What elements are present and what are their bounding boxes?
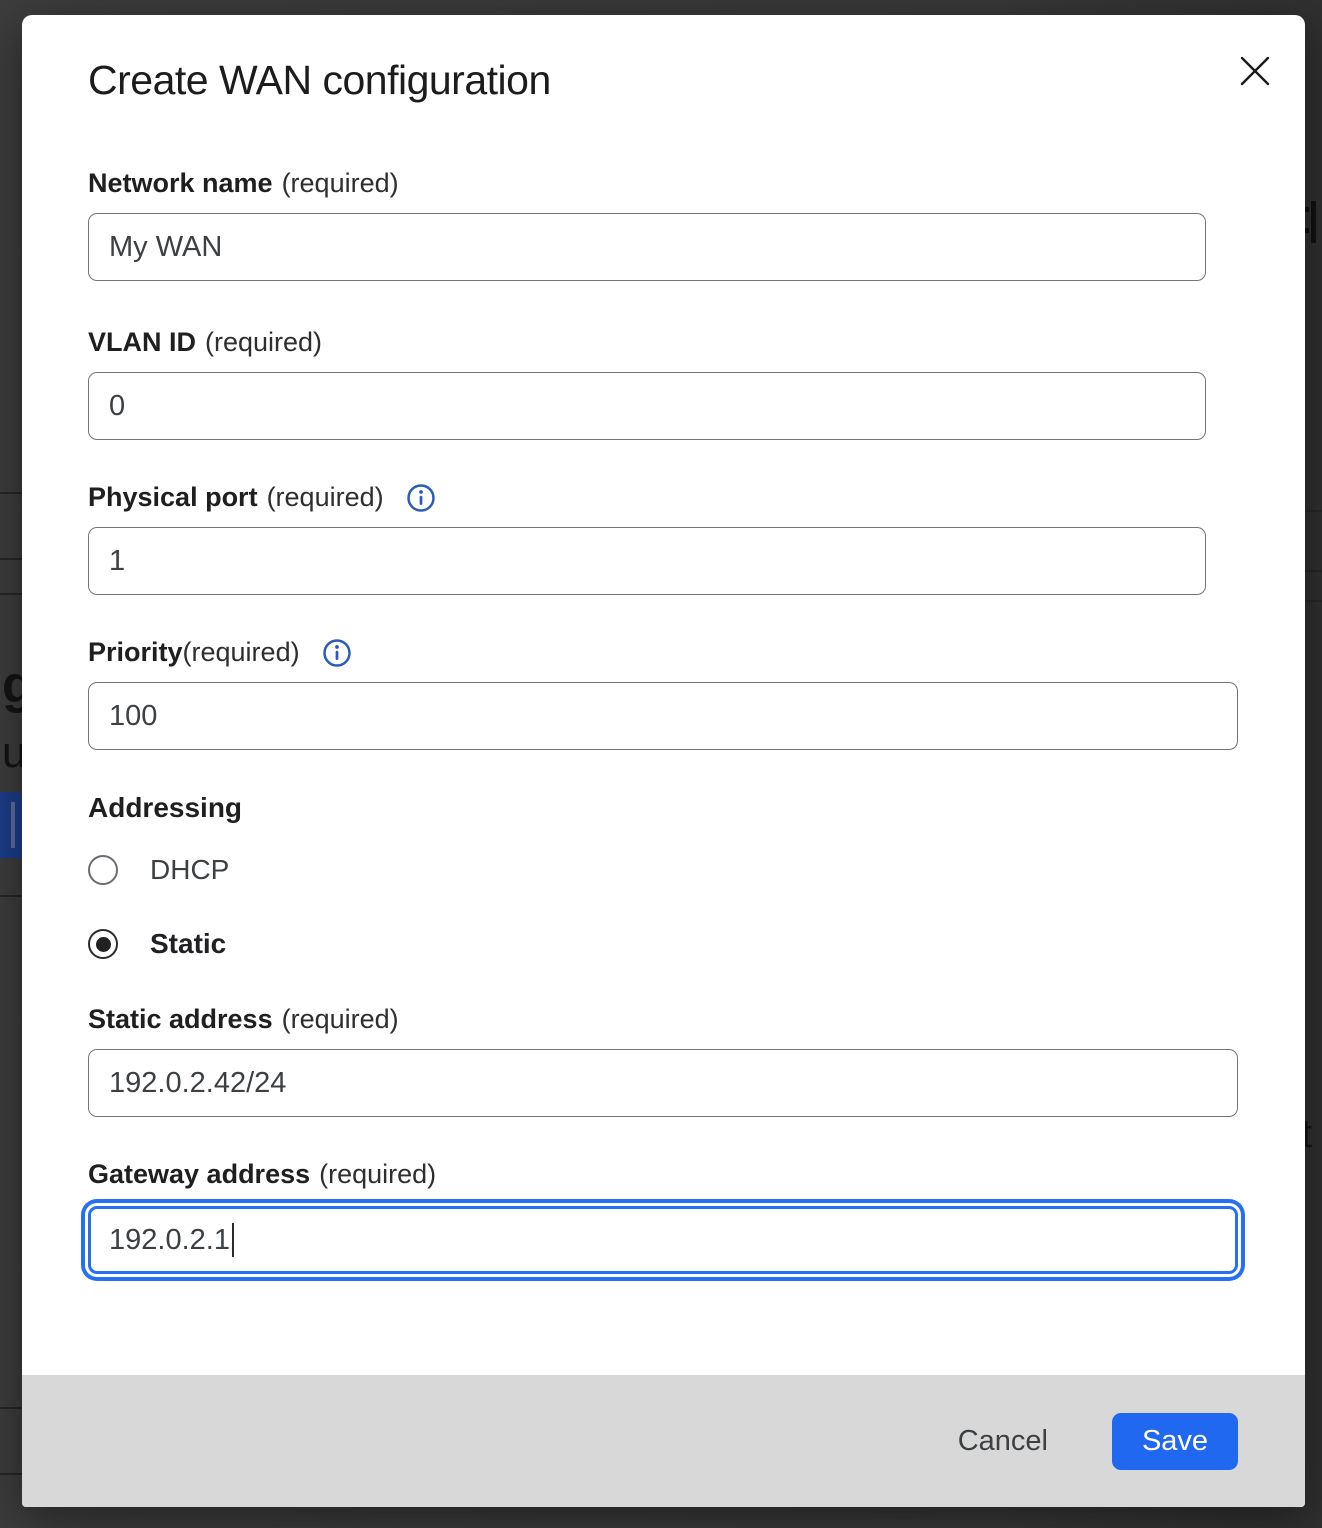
close-button[interactable]: [1235, 51, 1275, 91]
static-radio[interactable]: [88, 929, 118, 959]
static-radio-row[interactable]: Static: [88, 924, 1305, 964]
addressing-heading: Addressing: [88, 792, 1305, 824]
bg-text-fragment: [1305, 207, 1309, 212]
physical-port-input[interactable]: [88, 527, 1206, 595]
network-name-input[interactable]: [88, 213, 1206, 281]
dhcp-radio[interactable]: [88, 855, 118, 885]
text-cursor: [232, 1223, 235, 1257]
bg-divider: [1305, 510, 1322, 512]
dialog-title: Create WAN configuration: [88, 57, 1305, 104]
gateway-address-input[interactable]: 192.0.2.1: [88, 1206, 1238, 1274]
close-icon: [1238, 54, 1272, 88]
bg-divider: [1305, 600, 1322, 602]
dhcp-radio-label: DHCP: [150, 854, 229, 886]
priority-input[interactable]: [88, 682, 1238, 750]
bg-divider: [1305, 570, 1322, 572]
static-address-input[interactable]: [88, 1049, 1238, 1117]
bg-text-fragment: [1311, 201, 1316, 243]
bg-text-fragment: [1305, 228, 1309, 233]
info-icon[interactable]: [322, 638, 352, 668]
create-wan-dialog: Create WAN configuration Network name (r…: [22, 15, 1305, 1507]
bg-divider: [0, 1473, 22, 1475]
bg-divider: [0, 1407, 22, 1409]
screen: g u t Create WAN configuration Network n…: [0, 0, 1322, 1528]
dhcp-radio-row[interactable]: DHCP: [88, 850, 1305, 890]
priority-label: Priority (required): [88, 637, 1305, 668]
dialog-footer: Cancel Save: [22, 1375, 1305, 1507]
info-icon[interactable]: [406, 483, 436, 513]
static-address-label: Static address (required): [88, 1004, 1305, 1035]
network-name-label: Network name (required): [88, 168, 1305, 199]
physical-port-label: Physical port (required): [88, 482, 1305, 513]
bg-divider: [0, 895, 22, 897]
gateway-address-value: 192.0.2.1: [109, 1224, 230, 1257]
bg-divider: [0, 558, 22, 560]
static-radio-label: Static: [150, 928, 226, 960]
bg-divider: [0, 492, 22, 494]
save-button[interactable]: Save: [1112, 1413, 1238, 1470]
gateway-address-label: Gateway address (required): [88, 1159, 1305, 1190]
bg-dimmed-button: [0, 792, 22, 858]
cancel-button[interactable]: Cancel: [944, 1415, 1062, 1468]
vlan-id-label: VLAN ID (required): [88, 327, 1305, 358]
bg-divider: [0, 593, 22, 595]
wan-form: Network name (required) VLAN ID (require…: [88, 168, 1305, 1274]
vlan-id-input[interactable]: [88, 372, 1206, 440]
